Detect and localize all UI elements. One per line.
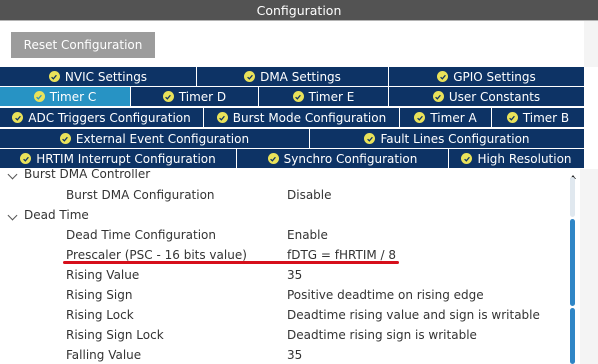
window-edge [580, 169, 598, 364]
chevron-down-icon[interactable] [7, 169, 18, 180]
scrollbar-thumb[interactable] [570, 219, 575, 306]
tab-label: NVIC Settings [64, 69, 148, 84]
annotation-underline [63, 261, 399, 264]
tab-hrtim-interrupt-configuration[interactable]: HRTIM Interrupt Configuration [0, 149, 236, 168]
property-label: Rising Sign [66, 288, 133, 302]
property-value[interactable]: Deadtime rising value and sign is writab… [287, 305, 540, 325]
tab-label: Synchro Configuration [283, 151, 418, 166]
toolbar: Reset Configuration [0, 21, 598, 67]
tab-label: User Constants [448, 89, 541, 104]
tab-bar: NVIC Settings DMA Settings GPIO Settings… [0, 67, 598, 169]
tab-label: High Resolution [477, 151, 572, 166]
tab-label: Burst Mode Configuration [232, 110, 387, 125]
check-icon [48, 71, 60, 82]
tab-label: Timer C [49, 89, 97, 104]
tab-label: Timer D [178, 89, 227, 104]
tab-label: GPIO Settings [453, 69, 536, 84]
tab-nvic-settings[interactable]: NVIC Settings [0, 67, 196, 86]
check-icon [12, 112, 24, 123]
tree-row-rising-sign-lock[interactable]: Rising Sign Lock Deadtime rising sign is… [0, 325, 566, 345]
property-label: Burst DMA Configuration [66, 188, 215, 202]
scrollbar-thumb-lower[interactable] [570, 308, 575, 364]
check-icon [292, 91, 304, 102]
tab-burst-mode-configuration[interactable]: Burst Mode Configuration [203, 108, 399, 127]
property-value[interactable]: 35 [287, 345, 302, 364]
tab-gpio-settings[interactable]: GPIO Settings [388, 67, 584, 86]
tab-external-event-configuration[interactable]: External Event Configuration [0, 129, 309, 148]
tab-timer-e[interactable]: Timer E [258, 87, 388, 106]
tab-label: Fault Lines Configuration [380, 131, 530, 146]
check-icon [59, 133, 71, 144]
scrollbar-track-segment [570, 177, 575, 217]
group-label: Dead Time [24, 208, 89, 222]
property-label: Rising Sign Lock [66, 328, 164, 342]
check-icon [20, 153, 32, 164]
tab-user-constants[interactable]: User Constants [388, 87, 584, 106]
parameter-tree: Burst DMA Controller Burst DMA Configura… [0, 169, 566, 364]
window-edge [584, 21, 598, 67]
check-icon [244, 71, 256, 82]
tab-timer-d[interactable]: Timer D [130, 87, 258, 106]
check-icon [432, 91, 444, 102]
property-value[interactable]: Disable [287, 185, 332, 205]
tree-row-dead-time-configuration[interactable]: Dead Time Configuration Enable [0, 225, 566, 245]
tab-timer-a[interactable]: Timer A [399, 108, 491, 127]
property-value[interactable]: Enable [287, 225, 328, 245]
tab-dma-settings[interactable]: DMA Settings [196, 67, 388, 86]
tab-label: Timer A [430, 110, 477, 125]
tab-timer-c[interactable]: Timer C [0, 87, 130, 106]
vertical-scrollbar[interactable] [566, 169, 580, 364]
check-icon [364, 133, 376, 144]
check-icon [414, 112, 426, 123]
property-value[interactable]: 35 [287, 265, 302, 285]
tree-row-burst-dma-configuration[interactable]: Burst DMA Configuration Disable [0, 185, 566, 205]
tab-label: ADC Triggers Configuration [28, 110, 191, 125]
tab-label: DMA Settings [260, 69, 341, 84]
check-icon [461, 153, 473, 164]
tab-label: Timer E [308, 89, 355, 104]
property-label: Dead Time Configuration [66, 228, 216, 242]
tab-label: Timer B [522, 110, 570, 125]
window-title: Configuration [0, 0, 598, 21]
tree-row-falling-value[interactable]: Falling Value 35 [0, 345, 566, 364]
check-icon [267, 153, 279, 164]
tab-timer-b[interactable]: Timer B [491, 108, 584, 127]
tab-synchro-configuration[interactable]: Synchro Configuration [236, 149, 448, 168]
property-label: Rising Value [66, 268, 140, 282]
property-label: Rising Lock [66, 308, 134, 322]
property-label: Falling Value [66, 348, 142, 362]
tree-row-rising-sign[interactable]: Rising Sign Positive deadtime on rising … [0, 285, 566, 305]
tree-row-rising-value[interactable]: Rising Value 35 [0, 265, 566, 285]
property-value[interactable]: Deadtime rising sign is writable [287, 325, 477, 345]
check-icon [216, 112, 228, 123]
tree-group-burst-dma[interactable]: Burst DMA Controller [0, 169, 566, 184]
tab-adc-triggers-configuration[interactable]: ADC Triggers Configuration [0, 108, 203, 127]
tab-label: External Event Configuration [75, 131, 250, 146]
check-icon [33, 91, 45, 102]
group-label: Burst DMA Controller [24, 169, 151, 181]
chevron-down-icon[interactable] [7, 210, 18, 221]
check-icon [162, 91, 174, 102]
reset-configuration-button[interactable]: Reset Configuration [11, 32, 155, 58]
tab-fault-lines-configuration[interactable]: Fault Lines Configuration [309, 129, 584, 148]
tree-row-rising-lock[interactable]: Rising Lock Deadtime rising value and si… [0, 305, 566, 325]
tab-high-resolution[interactable]: High Resolution [448, 149, 584, 168]
check-icon [437, 71, 449, 82]
tab-label: HRTIM Interrupt Configuration [36, 151, 216, 166]
check-icon [506, 112, 518, 123]
tree-group-dead-time[interactable]: Dead Time [0, 205, 566, 225]
property-value[interactable]: Positive deadtime on rising edge [287, 285, 484, 305]
